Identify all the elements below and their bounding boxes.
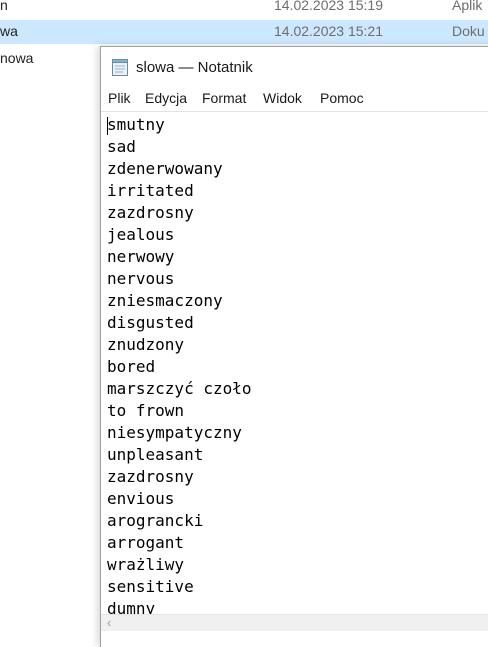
text-line: sensitive [107, 577, 194, 596]
text-line: nerwowy [107, 247, 175, 266]
text-line: zniesmaczony [107, 291, 223, 310]
chevron-left-icon[interactable]: ‹ [107, 615, 111, 631]
notepad-window[interactable]: slowa — Notatnik Plik Edycja Format Wido… [100, 46, 488, 647]
text-line: envious [107, 489, 175, 508]
notepad-title-bar[interactable]: slowa — Notatnik [101, 47, 488, 87]
menu-view[interactable]: Widok [263, 89, 302, 107]
file-name: wa [0, 23, 18, 39]
text-lines: smutny sad zdenerwowany irritated zazdro… [107, 114, 252, 614]
text-line: wrażliwy [107, 555, 185, 574]
text-caret [107, 117, 108, 135]
text-line: znudzony [107, 335, 185, 354]
text-line: unpleasant [107, 445, 204, 464]
text-line: zdenerwowany [107, 159, 223, 178]
text-line: sad [107, 137, 136, 156]
menu-edit[interactable]: Edycja [145, 89, 187, 107]
horizontal-scrollbar[interactable]: ‹ [101, 614, 488, 631]
file-date: 14.02.2023 15:19 [274, 0, 383, 13]
text-line: marszczyć czoło [107, 379, 252, 398]
text-line: arrogant [107, 533, 185, 552]
file-name: n [0, 0, 8, 13]
file-name: nowa [0, 50, 34, 66]
text-line: irritated [107, 181, 194, 200]
menu-help[interactable]: Pomoc [320, 89, 364, 107]
text-line: dumny [107, 599, 156, 614]
file-row[interactable]: n 14.02.2023 15:19 Aplik [0, 0, 488, 16]
text-line: zazdrosny [107, 203, 194, 222]
menu-file[interactable]: Plik [108, 89, 131, 107]
notepad-icon [111, 57, 129, 77]
file-type: Doku [452, 23, 485, 39]
text-line: jealous [107, 225, 175, 244]
menu-bar: Plik Edycja Format Widok Pomoc [101, 88, 488, 110]
text-line: niesympatyczny [107, 423, 242, 442]
text-line: smutny [107, 115, 165, 134]
text-line: to frown [107, 401, 185, 420]
text-line: arograncki [107, 511, 204, 530]
text-editor[interactable]: smutny sad zdenerwowany irritated zazdro… [101, 111, 488, 614]
text-line: zazdrosny [107, 467, 194, 486]
file-type: Aplik [452, 0, 483, 13]
file-date: 14.02.2023 15:21 [274, 23, 383, 39]
window-title: slowa — Notatnik [136, 59, 253, 76]
menu-format[interactable]: Format [202, 89, 246, 107]
file-row-selected[interactable]: wa 14.02.2023 15:21 Doku [0, 20, 488, 44]
text-line: nervous [107, 269, 175, 288]
text-line: bored [107, 357, 156, 376]
text-line: disgusted [107, 313, 194, 332]
